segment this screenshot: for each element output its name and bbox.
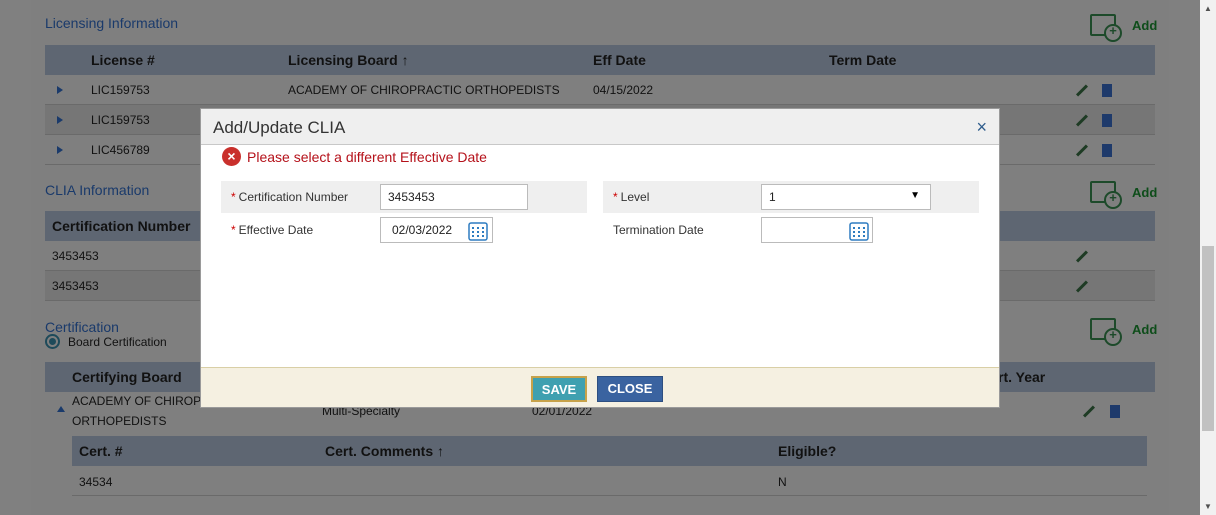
add-label: Add: [1132, 17, 1158, 33]
expand-icon[interactable]: [57, 146, 63, 154]
sub-table-row: 34534 N: [72, 466, 1147, 496]
add-label: Add: [1132, 321, 1158, 337]
effective-date-value: 02/03/2022: [392, 223, 453, 237]
col-term-date[interactable]: Term Date: [829, 52, 896, 68]
cert-number-label: * Certification Number: [231, 190, 349, 204]
board-cell-line2: ORTHOPEDISTS: [72, 414, 167, 428]
edit-icon[interactable]: [1075, 250, 1089, 263]
scroll-thumb[interactable]: [1202, 246, 1214, 431]
calendar-add-icon: [1090, 181, 1122, 209]
trash-icon[interactable]: [1102, 84, 1112, 97]
scroll-down-icon[interactable]: ▼: [1204, 502, 1212, 511]
calendar-icon[interactable]: [468, 221, 488, 241]
calendar-icon[interactable]: [849, 221, 869, 241]
close-button[interactable]: CLOSE: [597, 376, 663, 402]
add-label: Add: [1132, 184, 1158, 200]
vertical-scrollbar[interactable]: ▲ ▼: [1200, 0, 1216, 515]
licensing-add-button[interactable]: Add: [1090, 14, 1158, 42]
col-license[interactable]: License #: [91, 52, 155, 68]
board-cell: ACADEMY OF CHIROP: [72, 394, 202, 408]
level-select[interactable]: 1 ▼: [761, 184, 931, 210]
cert-number-cell: 3453453: [52, 278, 99, 293]
trash-icon[interactable]: [1110, 405, 1120, 418]
col-eligible[interactable]: Eligible?: [778, 443, 836, 459]
effective-date-label: * Effective Date: [231, 223, 314, 237]
edit-icon[interactable]: [1075, 280, 1089, 293]
col-cert-comments[interactable]: Cert. Comments ↑: [325, 443, 444, 459]
certification-number-input[interactable]: 3453453: [380, 184, 528, 210]
cert-cell: 34534: [79, 475, 113, 489]
col-certification-number[interactable]: Certification Number: [52, 218, 190, 234]
col-cert-number[interactable]: Cert. #: [79, 443, 123, 459]
error-text: Please select a different Effective Date: [247, 148, 487, 165]
add-update-clia-dialog: Add/Update CLIA × × Please select a diff…: [200, 108, 1000, 408]
col-certifying-board[interactable]: Certifying Board: [72, 369, 182, 385]
scroll-up-icon[interactable]: ▲: [1204, 4, 1212, 13]
eff-cell: 04/15/2022: [593, 82, 654, 97]
edit-icon[interactable]: [1082, 405, 1096, 418]
radio-icon: [45, 334, 60, 349]
radio-label: Board Certification: [68, 334, 167, 349]
termination-date-label: Termination Date: [613, 223, 704, 237]
certification-title: Certification: [45, 319, 119, 335]
close-icon[interactable]: ×: [976, 117, 987, 138]
level-value: 1: [769, 190, 776, 204]
edit-icon[interactable]: [1075, 144, 1089, 157]
certification-add-button[interactable]: Add: [1090, 318, 1158, 346]
save-button[interactable]: SAVE: [531, 376, 587, 402]
clia-add-button[interactable]: Add: [1090, 181, 1158, 209]
edit-icon[interactable]: [1075, 84, 1089, 97]
expand-icon[interactable]: [57, 116, 63, 124]
board-cell: ACADEMY OF CHIROPRACTIC ORTHOPEDISTS: [288, 82, 560, 97]
licensing-table-header: License # Licensing Board ↑ Eff Date Ter…: [45, 45, 1155, 75]
edit-icon[interactable]: [1075, 114, 1089, 127]
col-cert-year[interactable]: rt. Year: [998, 369, 1045, 385]
calendar-add-icon: [1090, 14, 1122, 42]
dialog-footer: SAVE CLOSE: [201, 367, 999, 407]
cert-number-cell: 3453453: [52, 248, 99, 263]
calendar-add-icon: [1090, 318, 1122, 346]
trash-icon[interactable]: [1102, 144, 1112, 157]
level-label: * Level: [613, 190, 650, 204]
expand-icon[interactable]: [57, 86, 63, 94]
collapse-icon[interactable]: [57, 406, 65, 412]
sub-table-header: Cert. # Cert. Comments ↑ Eligible?: [72, 436, 1147, 466]
dialog-title: Add/Update CLIA: [213, 118, 346, 137]
license-cell: LIC159753: [91, 82, 150, 97]
error-message: × Please select a different Effective Da…: [222, 147, 487, 166]
sort-arrow-icon: ↑: [437, 443, 445, 459]
col-licensing-board[interactable]: Licensing Board ↑: [288, 52, 409, 68]
dropdown-arrow-icon: ▼: [910, 190, 920, 201]
error-icon: ×: [222, 147, 241, 166]
licensing-title: Licensing Information: [45, 15, 179, 31]
table-row: LIC159753 ACADEMY OF CHIROPRACTIC ORTHOP…: [45, 75, 1155, 105]
dialog-header: Add/Update CLIA ×: [201, 109, 999, 145]
board-certification-radio[interactable]: Board Certification: [45, 334, 167, 349]
col-eff-date[interactable]: Eff Date: [593, 52, 646, 68]
sort-arrow-icon: ↑: [401, 52, 409, 68]
license-cell: LIC159753: [91, 112, 150, 127]
eligible-cell: N: [778, 475, 787, 489]
license-cell: LIC456789: [91, 142, 150, 157]
clia-title: CLIA Information: [45, 182, 150, 198]
trash-icon[interactable]: [1102, 114, 1112, 127]
